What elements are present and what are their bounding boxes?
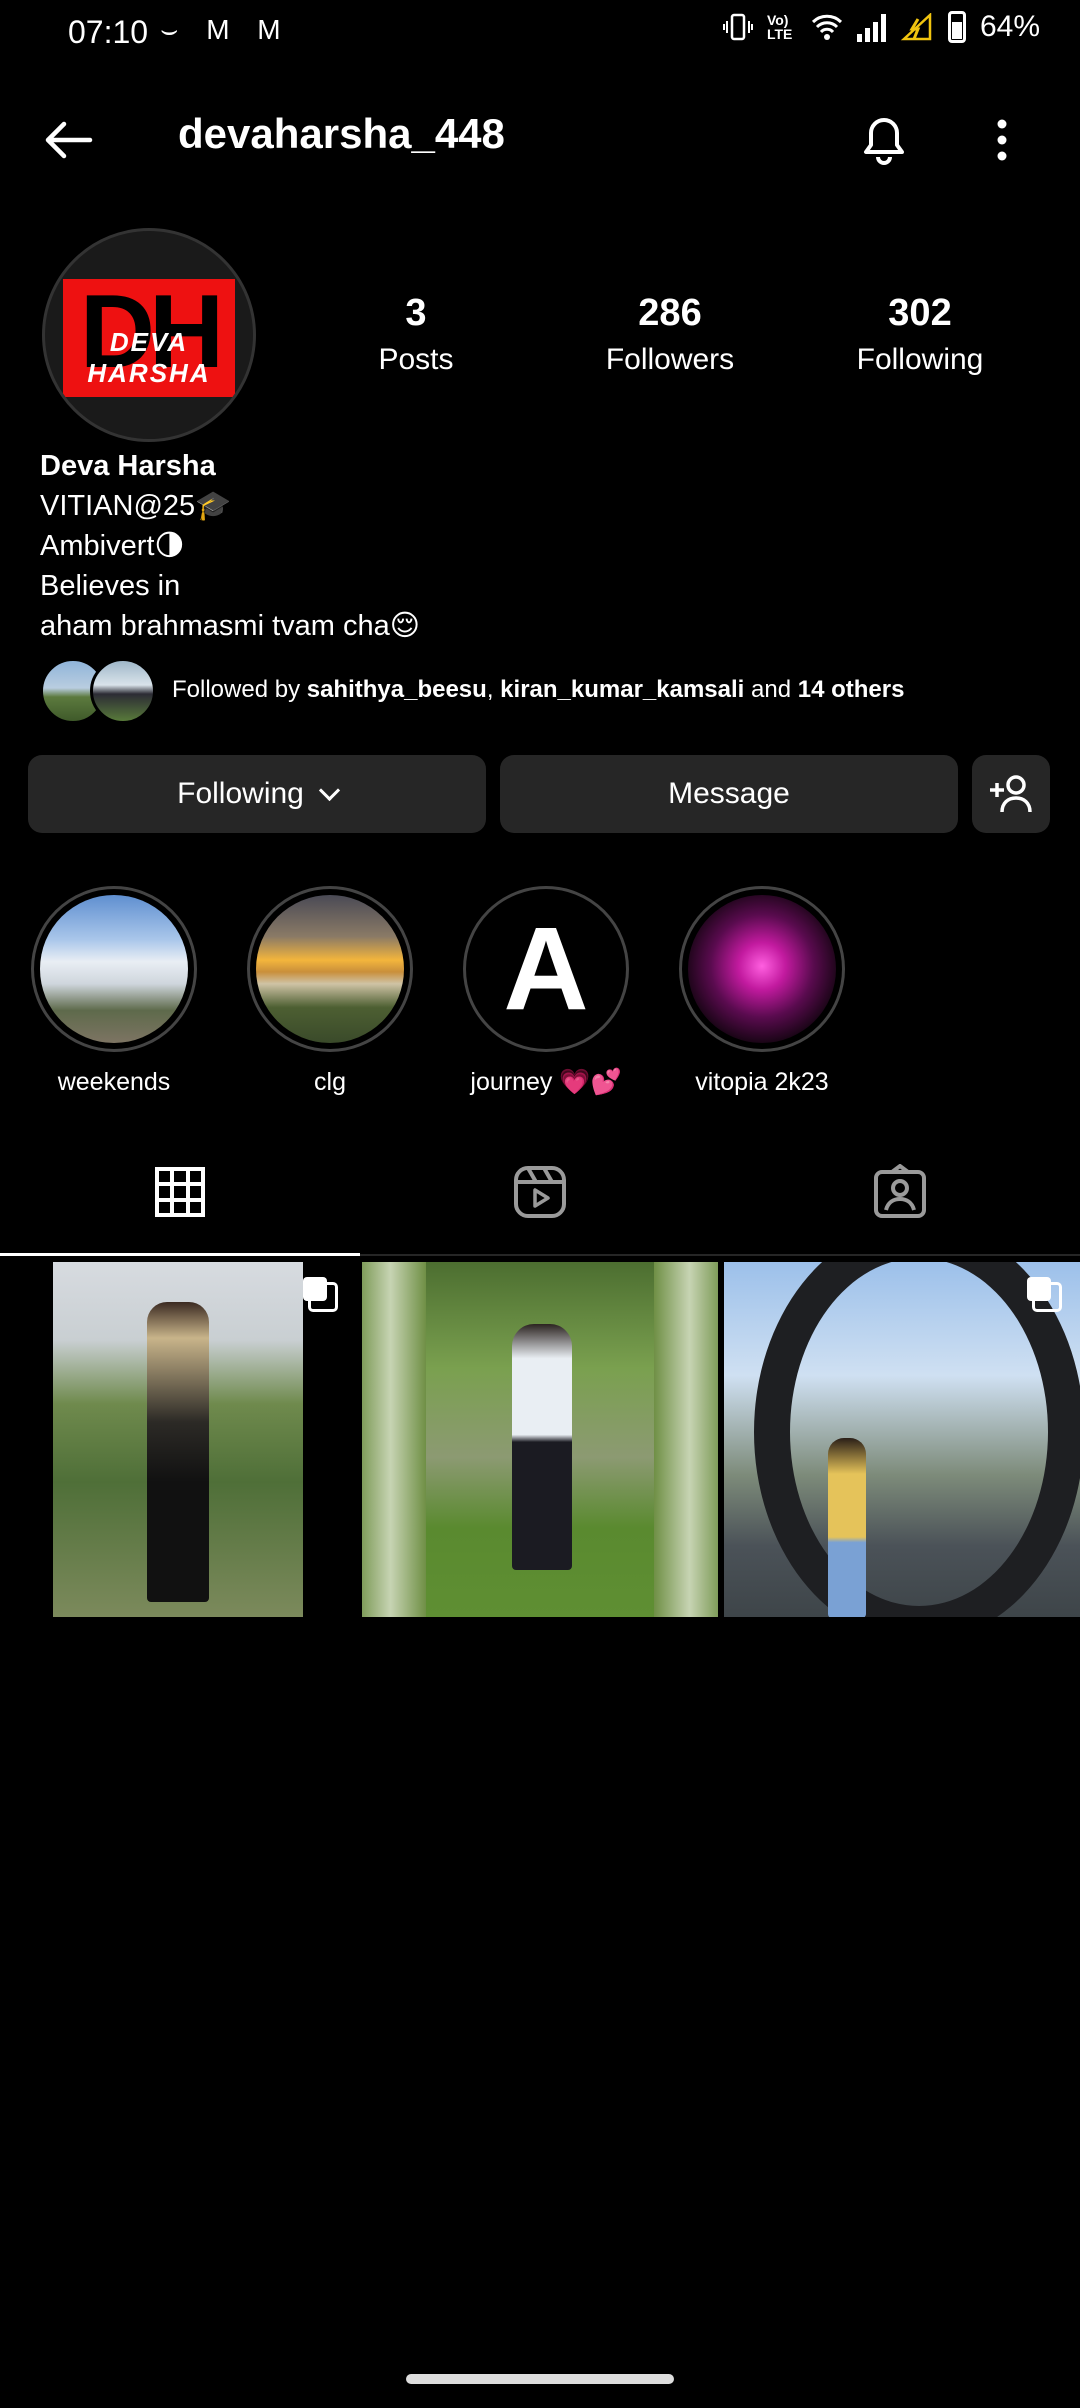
mutual-avatar: [90, 658, 156, 724]
followed-by-text: Followed by sahithya_beesu, kiran_kumar_…: [172, 676, 904, 704]
followed-by-prefix: Followed by: [172, 676, 307, 703]
stat-posts[interactable]: 3 Posts: [306, 292, 526, 377]
back-arrow-icon[interactable]: [38, 110, 98, 170]
following-button-label: Following: [177, 777, 304, 810]
following-button[interactable]: Following: [28, 755, 486, 833]
followed-by-user[interactable]: kiran_kumar_kamsali: [500, 676, 744, 703]
highlight-ring: A: [463, 886, 629, 1052]
followed-by-user[interactable]: sahithya_beesu: [307, 676, 487, 703]
tagged-icon: [874, 1164, 926, 1218]
highlight-vitopia[interactable]: vitopia 2k23: [654, 886, 870, 1097]
avatar-logo: DH DEVA HARSHA: [63, 274, 235, 397]
following-label: Following: [856, 343, 984, 376]
highlight-journey[interactable]: A journey 💗💕: [438, 886, 654, 1097]
tab-reels[interactable]: [360, 1130, 720, 1254]
wifi-icon: [811, 14, 843, 40]
highlight-ring: [247, 886, 413, 1052]
bio-line: aham brahmasmi tvam cha😌: [40, 610, 420, 642]
chevron-down-icon: [318, 779, 340, 801]
followed-by-others[interactable]: 14 others: [798, 676, 905, 703]
highlight-weekends[interactable]: weekends: [6, 886, 222, 1097]
post-thumbnail[interactable]: [724, 1262, 1080, 1617]
highlight-ring: [31, 886, 197, 1052]
avatar-logo-name: DEVA HARSHA: [87, 327, 211, 388]
carousel-icon: [303, 1277, 338, 1312]
add-person-icon: [990, 775, 1032, 813]
post-thumbnail[interactable]: [362, 1262, 718, 1617]
highlight-cover: [688, 895, 836, 1043]
notification-icons: ⌣ M M: [160, 14, 291, 45]
post-image: [724, 1262, 1080, 1617]
profile-bio: Deva Harsha VITIAN@25🎓 Ambivert🌗 Believe…: [40, 446, 420, 646]
followed-by-row[interactable]: Followed by sahithya_beesu, kiran_kumar_…: [40, 654, 1040, 726]
highlight-clg[interactable]: clg: [222, 886, 438, 1097]
bio-line: Believes in: [40, 570, 181, 602]
posts-count: 3: [405, 292, 427, 334]
highlight-ring: [679, 886, 845, 1052]
followed-by-and: and: [744, 676, 798, 703]
home-indicator[interactable]: [406, 2374, 674, 2384]
bio-line: Ambivert🌗: [40, 530, 185, 562]
message-button[interactable]: Message: [500, 755, 958, 833]
suggested-people-button[interactable]: [972, 755, 1050, 833]
followed-by-sep: ,: [486, 676, 501, 703]
tab-tagged[interactable]: [720, 1130, 1080, 1254]
highlight-label: weekends: [57, 1068, 171, 1096]
carousel-icon: [1027, 1277, 1062, 1312]
battery-percent: 64%: [979, 10, 1040, 43]
status-bar: 07:10 ⌣ M M Vo) LTE 64%: [0, 0, 1080, 68]
stat-followers[interactable]: 286 Followers: [560, 292, 780, 377]
more-vertical-icon[interactable]: [980, 110, 1024, 170]
followers-count: 286: [638, 292, 702, 334]
status-time: 07:10: [68, 14, 149, 50]
bio-line: VITIAN@25🎓: [40, 490, 232, 522]
following-count: 302: [888, 292, 952, 334]
tab-posts-grid[interactable]: [0, 1130, 360, 1256]
profile-name: Deva Harsha: [40, 450, 216, 482]
highlight-label: vitopia 2k23: [695, 1068, 829, 1096]
highlight-cover: A: [472, 895, 620, 1043]
post-thumbnail[interactable]: [0, 1262, 356, 1617]
highlight-label: journey 💗💕: [470, 1068, 622, 1096]
status-right: Vo) LTE 64%: [722, 10, 1040, 44]
vibrate-icon: [722, 13, 753, 41]
post-image: [362, 1262, 718, 1617]
profile-avatar[interactable]: DH DEVA HARSHA: [42, 228, 256, 442]
highlight-glyph: A: [503, 903, 589, 1035]
signal-icon: [856, 12, 886, 42]
grid-icon: [155, 1167, 205, 1217]
highlight-cover: [256, 895, 404, 1043]
followers-label: Followers: [605, 343, 735, 376]
profile-header: devaharsha_448: [0, 90, 1080, 186]
message-button-label: Message: [668, 777, 790, 810]
network-label: Vo) LTE: [766, 12, 793, 42]
profile-username: devaharsha_448: [178, 110, 505, 157]
post-image: [53, 1262, 303, 1617]
data-saver-icon: [900, 13, 932, 41]
posts-label: Posts: [378, 343, 454, 376]
bell-icon[interactable]: [852, 106, 916, 170]
highlight-cover: [40, 895, 188, 1043]
profile-tabs: [0, 1130, 1080, 1256]
reels-icon: [514, 1166, 566, 1218]
battery-icon: [947, 11, 966, 43]
stat-following[interactable]: 302 Following: [810, 292, 1030, 377]
highlight-label: clg: [314, 1068, 346, 1096]
